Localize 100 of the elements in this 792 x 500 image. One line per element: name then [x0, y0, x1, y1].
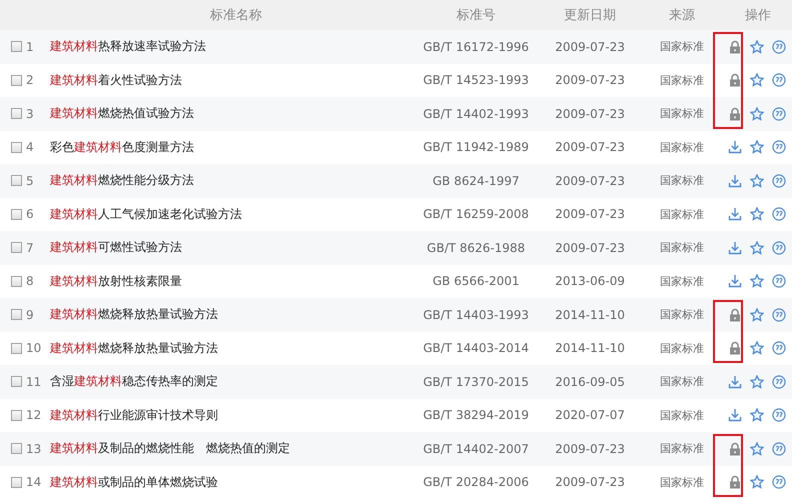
standard-number: GB/T 17370-2015 [423, 374, 529, 389]
row-checkbox[interactable] [11, 376, 22, 388]
lock-icon[interactable] [728, 475, 742, 490]
standard-name-link[interactable]: 含湿建筑材料稳态传热率的测定 [50, 373, 412, 390]
standard-name-link[interactable]: 建筑材料着火性试验方法 [50, 72, 412, 89]
update-date: 2009-07-23 [555, 174, 625, 188]
quote-icon[interactable] [772, 207, 786, 222]
lock-icon[interactable] [728, 73, 742, 88]
star-icon[interactable] [750, 174, 764, 188]
row-checkbox[interactable] [11, 476, 22, 488]
row-checkbox[interactable] [11, 443, 22, 454]
column-header: 标准号 [456, 7, 496, 24]
quote-icon[interactable] [772, 73, 786, 88]
standard-name-link[interactable]: 建筑材料燃烧释放热量试验方法 [50, 306, 412, 324]
quote-icon[interactable] [772, 442, 786, 456]
standard-name-link[interactable]: 建筑材料燃烧性能分级方法 [50, 172, 412, 190]
row-checkbox[interactable] [11, 410, 22, 421]
star-icon[interactable] [750, 274, 764, 288]
quote-icon[interactable] [772, 174, 786, 188]
row-checkbox[interactable] [11, 41, 22, 52]
star-icon[interactable] [750, 73, 764, 88]
star-icon[interactable] [750, 341, 764, 356]
star-icon[interactable] [750, 308, 764, 322]
row-number: 7 [26, 240, 35, 255]
column-header: 更新日期 [564, 7, 616, 24]
download-icon[interactable] [728, 240, 742, 255]
update-date: 2014-11-10 [555, 341, 625, 356]
quote-icon[interactable] [772, 308, 786, 322]
quote-icon[interactable] [772, 140, 786, 154]
row-number: 11 [26, 374, 42, 389]
row-checkbox[interactable] [11, 142, 22, 153]
source-text: 国家标准 [660, 240, 704, 256]
star-icon[interactable] [750, 240, 764, 255]
standard-number: GB/T 8626-1988 [426, 240, 526, 255]
standard-name-link[interactable]: 建筑材料人工气候加速老化试验方法 [50, 206, 412, 223]
download-icon[interactable] [728, 174, 742, 188]
source-text: 国家标准 [660, 173, 704, 188]
quote-icon[interactable] [772, 341, 786, 356]
quote-icon[interactable] [772, 475, 786, 490]
download-icon[interactable] [728, 374, 742, 389]
quote-icon[interactable] [772, 40, 786, 54]
star-icon[interactable] [750, 374, 764, 389]
standard-name-link[interactable]: 建筑材料燃烧释放热量试验方法 [50, 340, 412, 357]
standard-name-link[interactable]: 建筑材料热释放速率试验方法 [50, 38, 412, 56]
update-date: 2009-07-23 [555, 106, 625, 121]
star-icon[interactable] [750, 442, 764, 456]
standard-number: GB/T 16259-2008 [423, 207, 529, 222]
quote-icon[interactable] [772, 374, 786, 389]
row-checkbox[interactable] [11, 242, 22, 254]
lock-icon[interactable] [728, 106, 742, 121]
star-icon[interactable] [750, 106, 764, 121]
source-text: 国家标准 [660, 408, 704, 423]
standard-name-link[interactable]: 建筑材料或制品的单体燃烧试验 [50, 474, 412, 491]
star-icon[interactable] [750, 140, 764, 154]
standard-number: GB/T 14402-2007 [423, 442, 529, 456]
quote-icon[interactable] [772, 240, 786, 255]
update-date: 2016-09-05 [555, 374, 625, 389]
column-header: 标准名称 [210, 7, 262, 24]
row-checkbox[interactable] [11, 74, 22, 86]
download-icon[interactable] [728, 274, 742, 288]
source-text: 国家标准 [660, 340, 704, 356]
standard-name-link[interactable]: 彩色建筑材料色度测量方法 [50, 138, 412, 156]
standard-name-link[interactable]: 建筑材料燃烧热值试验方法 [50, 105, 412, 122]
lock-icon[interactable] [728, 341, 742, 356]
source-text: 国家标准 [660, 307, 704, 322]
quote-icon[interactable] [772, 274, 786, 288]
quote-icon[interactable] [772, 408, 786, 422]
row-number: 12 [26, 408, 42, 422]
row-checkbox[interactable] [11, 342, 22, 354]
update-date: 2020-07-07 [555, 408, 625, 422]
standard-name-link[interactable]: 建筑材料及制品的燃烧性能 燃烧热值的测定 [50, 440, 412, 458]
row-checkbox[interactable] [11, 208, 22, 220]
download-icon[interactable] [728, 140, 742, 154]
source-text: 国家标准 [660, 206, 704, 222]
standard-name-link[interactable]: 建筑材料可燃性试验方法 [50, 239, 412, 256]
standard-number: GB 8624-1997 [432, 174, 520, 188]
download-icon[interactable] [728, 408, 742, 422]
row-checkbox[interactable] [11, 309, 22, 320]
star-icon[interactable] [750, 40, 764, 54]
quote-icon[interactable] [772, 106, 786, 121]
star-icon[interactable] [750, 408, 764, 422]
row-checkbox[interactable] [11, 108, 22, 120]
update-date: 2009-07-23 [555, 140, 625, 154]
row-checkbox[interactable] [11, 175, 22, 186]
row-number: 10 [26, 341, 42, 356]
update-date: 2009-07-23 [555, 207, 625, 222]
star-icon[interactable] [750, 475, 764, 490]
standard-name-link[interactable]: 建筑材料放射性核素限量 [50, 272, 412, 290]
lock-icon[interactable] [728, 40, 742, 54]
lock-icon[interactable] [728, 308, 742, 322]
standard-number: GB/T 14403-2014 [423, 341, 529, 356]
row-checkbox[interactable] [11, 276, 22, 287]
standard-number: GB/T 11942-1989 [423, 140, 529, 154]
column-header: 操作 [745, 7, 771, 24]
standard-name-link[interactable]: 建筑材料行业能源审计技术导则 [50, 406, 412, 424]
lock-icon[interactable] [728, 442, 742, 456]
download-icon[interactable] [728, 207, 742, 222]
source-text: 国家标准 [660, 140, 704, 155]
star-icon[interactable] [750, 207, 764, 222]
row-number: 13 [26, 442, 42, 456]
